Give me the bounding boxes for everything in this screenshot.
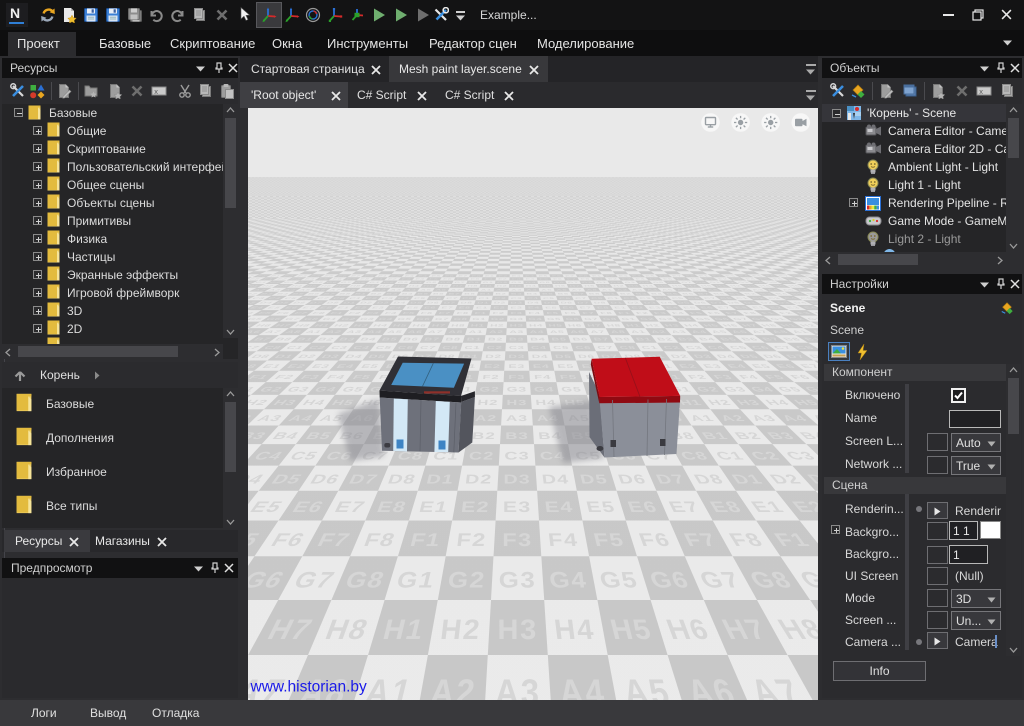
svg-text:www.historian.by: www.historian.by <box>250 679 368 696</box>
svg-text:x: x <box>154 89 158 97</box>
svg-text:x: x <box>979 89 983 97</box>
